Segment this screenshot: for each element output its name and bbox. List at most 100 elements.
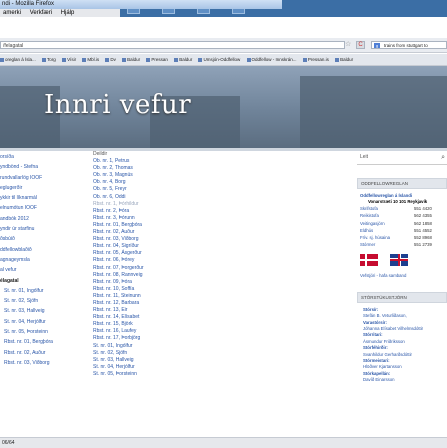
list-item[interactable]: Ob. nr. 6, Oddi xyxy=(93,194,353,201)
list-item[interactable]: Rbst. nr. 09, Þóra xyxy=(93,279,353,286)
nav-item[interactable]: yndir úr starfinu xyxy=(0,224,85,234)
window-title: ndi - Mozilla Firefox xyxy=(0,0,282,9)
bookmark-item[interactable]: Baldur xyxy=(122,54,140,65)
bookmark-item[interactable]: Torg xyxy=(42,54,56,65)
bookmark-icon xyxy=(198,57,203,62)
nav-item[interactable]: yndbönd - Stefna xyxy=(0,162,85,172)
bookmark-icon xyxy=(105,57,110,62)
nav-item[interactable]: rundvallarlög IOOF xyxy=(0,173,85,183)
list-item[interactable]: Rbst. nr. 07, Þorgerður xyxy=(93,265,353,272)
contact-row: Veitingasjórn 562 1858 xyxy=(360,220,432,226)
lodge-list: Deildir Ob. nr. 1, Petrus Ob. nr. 2, Tho… xyxy=(93,151,353,437)
search-label: Leit xyxy=(360,154,369,160)
list-item[interactable]: Rbst. nr. 01, Bergþóra xyxy=(93,222,353,229)
contact-row: Reikistofa 562 4355 xyxy=(360,213,432,219)
list-item-visited[interactable]: Rbst. nr. 1, Þórhildur xyxy=(93,201,353,208)
danish-flag-icon[interactable] xyxy=(360,253,378,266)
bookmark-icon xyxy=(62,57,67,62)
nav-item[interactable]: ðsbúið xyxy=(0,234,85,244)
list-item[interactable]: Rbst. nr. 15, Björk xyxy=(93,321,353,328)
list-item[interactable]: Ob. nr. 3, Magnús xyxy=(93,172,353,179)
nav-item[interactable]: ykkir til líknarmál xyxy=(0,193,85,203)
bookmark-item[interactable]: Oddfellow - Innskrán... xyxy=(246,54,297,65)
search-input[interactable]: g trains from stuttgart to xyxy=(371,41,447,49)
bookmark-star-icon[interactable]: ☆ xyxy=(345,41,354,49)
nav-subitem[interactable]: St. nr. 02, Sjöfn xyxy=(0,296,85,306)
box-title: ODDFELLOWREGLAN xyxy=(357,178,447,189)
url-input[interactable]: /felagatal xyxy=(0,41,345,49)
uk-flag-icon[interactable] xyxy=(390,253,408,266)
nav-item-active[interactable]: élagatal xyxy=(0,276,85,286)
menu-bar: amerki Verkfæri Hjálp xyxy=(0,9,120,17)
left-navigation: orsíða yndbönd - Stefna rundvallarlög IO… xyxy=(0,152,85,437)
nav-item[interactable]: al vefur xyxy=(0,265,85,275)
nav-subitem[interactable]: Rbst. nr. 01, Bergþóra xyxy=(0,337,85,347)
bookmark-item[interactable]: oreglan á Ísla... xyxy=(0,54,36,65)
menu-item-help[interactable]: Hjálp xyxy=(61,10,75,16)
menu-item-tools[interactable]: Verkfæri xyxy=(30,10,52,16)
list-item[interactable]: Rbst. nr. 13, Eir xyxy=(93,307,353,314)
nav-subitem[interactable]: Rbst. nr. 02, Auður xyxy=(0,348,85,358)
nav-item[interactable]: andbók 2012 xyxy=(0,214,85,224)
list-item[interactable]: Rbst. nr. 06, Þórey xyxy=(93,257,353,264)
nav-item[interactable]: eglugerðir xyxy=(0,183,85,193)
list-item[interactable]: Ob. nr. 1, Petrus xyxy=(93,158,353,165)
list-item[interactable]: St. nr. 03, Hallveig xyxy=(93,357,353,364)
list-item[interactable]: Rbst. nr. 3, Þórunn xyxy=(93,215,353,222)
nav-item[interactable]: elnumótun IOOF xyxy=(0,203,85,213)
bookmark-item[interactable]: Mbl.is xyxy=(82,54,99,65)
list-item[interactable]: Rbst. nr. 2, Þóra xyxy=(93,208,353,215)
list-item[interactable]: Rbst. nr. 17, Þorbjörg xyxy=(93,335,353,342)
list-item[interactable]: Rbst. nr. 08, Rannveig xyxy=(93,272,353,279)
org-info: Oddfellowreglan á Íslandi Vonarstræti 10… xyxy=(357,189,447,249)
bookmark-icon xyxy=(146,57,151,62)
bookmark-item[interactable]: Vísir xyxy=(62,54,76,65)
list-item[interactable]: Ob. nr. 2, Thomas xyxy=(93,165,353,172)
banner-building xyxy=(300,76,447,148)
status-bar: 06/64 xyxy=(0,437,447,448)
board-list: Stórsír: Stefán B. Veturliðason, Varastó… xyxy=(357,303,447,384)
list-item[interactable]: Rbst. nr. 11, Steinunn xyxy=(93,293,353,300)
list-item[interactable]: St. nr. 02, Sjöfn xyxy=(93,350,353,357)
contact-row: Frív. sj. húsaina 552 8968 xyxy=(360,235,432,241)
nav-subitem[interactable]: St. nr. 04, Herjólfur xyxy=(0,317,85,327)
board-member[interactable]: Davíð Einarsson xyxy=(363,377,444,383)
site-banner: Innri vefur xyxy=(0,66,447,148)
bookmark-item[interactable]: Umsjón-Oddfellow xyxy=(198,54,240,65)
list-item[interactable]: Rbst. nr. 16, Laufey xyxy=(93,328,353,335)
bookmark-icon xyxy=(42,57,47,62)
list-item[interactable]: Rbst. nr. 10, Soffía xyxy=(93,286,353,293)
list-item[interactable]: Rbst. nr. 14, Elísabet xyxy=(93,314,353,321)
nav-subitem[interactable]: St. nr. 03, Hallveig xyxy=(0,306,85,316)
bookmark-icon xyxy=(246,57,251,62)
contact-webmaster-link[interactable]: Vefstjóri - hafa samband xyxy=(360,273,447,278)
search-icon[interactable]: ⌕ xyxy=(441,154,445,162)
nav-subitem[interactable]: St. nr. 05, Þorsteinn xyxy=(0,327,85,337)
nav-subitem[interactable]: Rbst. nr. 03, Viðborg xyxy=(0,358,85,368)
menu-item-bookmarks[interactable]: amerki xyxy=(3,10,21,16)
list-item[interactable]: Ob. nr. 4, Borg xyxy=(93,179,353,186)
list-item[interactable]: Ob. nr. 5, Freyr xyxy=(93,186,353,193)
bookmark-item[interactable]: Baldur xyxy=(335,54,353,65)
bookmark-item[interactable]: Baldur xyxy=(174,54,192,65)
nav-item[interactable]: orsíða xyxy=(0,152,85,162)
list-heading: Deildir xyxy=(93,151,108,157)
list-item[interactable]: St. nr. 05, Þorsteinn xyxy=(93,371,353,378)
bookmark-item[interactable]: Dv xyxy=(105,54,116,65)
bookmark-item[interactable]: Pressan xyxy=(146,54,168,65)
bookmark-icon xyxy=(335,57,340,62)
bookmark-item[interactable]: Pressan.is xyxy=(302,54,329,65)
nav-item[interactable]: ddfellowblaðið xyxy=(0,245,85,255)
list-item[interactable]: Rbst. nr. 05, Ásgerður xyxy=(93,250,353,257)
contact-row: Stórmer 551 2739 xyxy=(360,242,432,248)
reload-button[interactable]: C xyxy=(356,41,365,49)
bookmark-icon xyxy=(174,57,179,62)
nav-item[interactable]: agnageymsla xyxy=(0,255,85,265)
list-item[interactable]: St. nr. 04, Herjólfur xyxy=(93,364,353,371)
bookmarks-toolbar: oreglan á Ísla... Torg Vísir Mbl.is Dv B… xyxy=(0,54,447,66)
board-title: STÓRSTÚKUSTJÓRN xyxy=(357,291,447,303)
nav-subitem[interactable]: St. nr. 01, Ingólfur xyxy=(0,286,85,296)
list-item[interactable]: Rbst. nr. 12, Barbara xyxy=(93,300,353,307)
list-item[interactable]: St. nr. 01, Ingólfur xyxy=(93,343,353,350)
site-search[interactable]: Leit ⌕ xyxy=(357,151,447,165)
